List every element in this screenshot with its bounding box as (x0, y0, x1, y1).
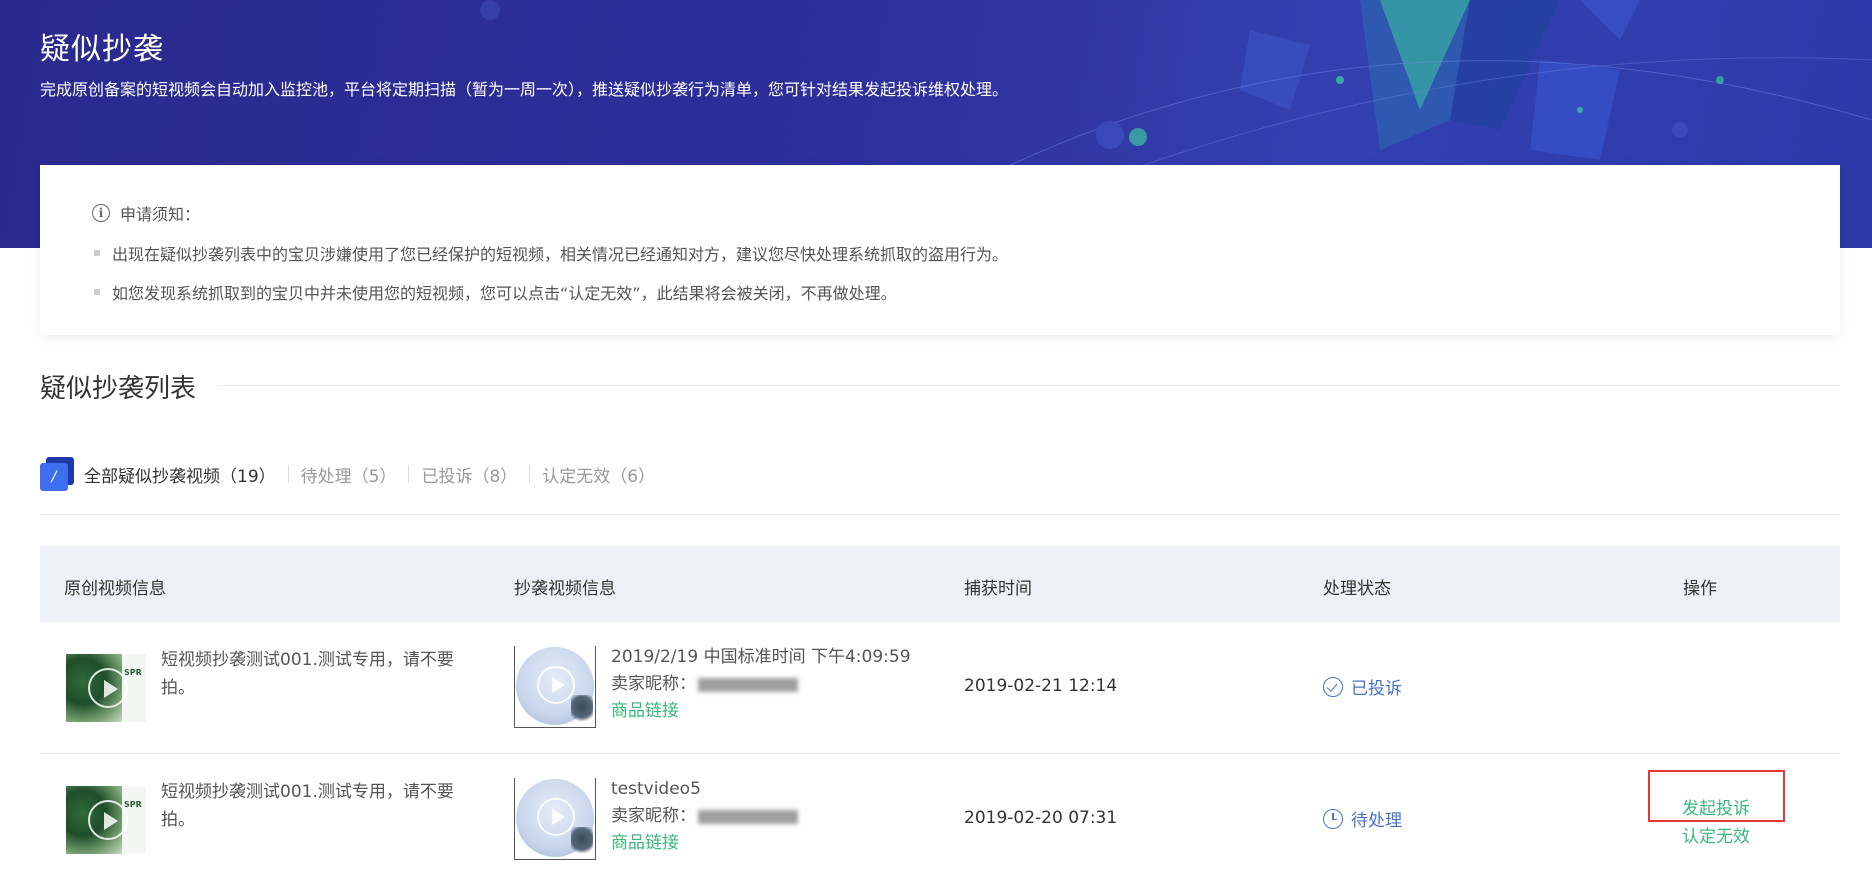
tabs-divider (40, 514, 1840, 515)
table-header: 原创视频信息 抄袭视频信息 捕获时间 处理状态 操作 (40, 546, 1840, 622)
tab-separator (408, 465, 410, 483)
tab-separator (287, 465, 289, 483)
notice-heading-text: 申请须知： (120, 205, 201, 224)
section-divider (218, 385, 1840, 386)
filter-tabs: / 全部疑似抄袭视频（19） 待处理（5） 已投诉（8） 认定无效（6） (40, 456, 655, 492)
notice-item-text: 出现在疑似抄袭列表中的宝贝涉嫌使用了您已经保护的短视频，相关情况已经通知对方，建… (112, 245, 1009, 264)
copy-video-info: 2019/2/19 中国标准时间 下午4:09:59 卖家昵称： 商品链接 (611, 644, 911, 725)
seller-name-redacted (698, 677, 798, 692)
product-link[interactable]: 商品链接 (611, 830, 798, 857)
column-header-actions: 操作 (1683, 579, 1717, 599)
notice-heading: i 申请须知： (92, 201, 200, 225)
tab-complained[interactable]: 已投诉（8） (421, 462, 517, 487)
bullet-icon (94, 250, 100, 256)
file-complaint-button[interactable]: 发起投诉 (1682, 795, 1750, 823)
column-header-original: 原创视频信息 (64, 579, 166, 599)
seller-nickname: 卖家昵称： (611, 671, 911, 698)
product-link[interactable]: 商品链接 (611, 698, 911, 725)
mark-invalid-button[interactable]: 认定无效 (1682, 823, 1750, 851)
copy-video-info: testvideo5 卖家昵称： 商品链接 (611, 776, 798, 857)
tab-all[interactable]: 全部疑似抄袭视频（19） (84, 462, 276, 487)
table-row: 短视频抄袭测试001.测试专用，请不要拍。 2019/2/19 中国标准时间 下… (40, 622, 1840, 754)
play-icon (88, 668, 128, 708)
table-row: 短视频抄袭测试001.测试专用，请不要拍。 testvideo5 卖家昵称： 商… (40, 754, 1840, 880)
play-icon (537, 798, 575, 836)
copy-video-title: 2019/2/19 中国标准时间 下午4:09:59 (611, 647, 911, 667)
status-text: 已投诉 (1351, 679, 1402, 699)
check-circle-icon (1323, 676, 1343, 697)
status-badge: 已投诉 (1323, 674, 1402, 699)
section-title: 疑似抄袭列表 (40, 374, 197, 404)
original-video-thumbnail[interactable] (66, 786, 146, 854)
column-header-status: 处理状态 (1323, 579, 1391, 599)
tab-pending[interactable]: 待处理（5） (301, 462, 397, 487)
list-icon: / (40, 457, 74, 491)
status-badge: 待处理 (1323, 806, 1402, 831)
column-header-copy: 抄袭视频信息 (514, 579, 616, 599)
capture-time: 2019-02-20 07:31 (964, 808, 1118, 828)
seller-nickname: 卖家昵称： (611, 803, 798, 830)
play-icon (537, 666, 575, 704)
original-video-title: 短视频抄袭测试001.测试专用，请不要拍。 (161, 782, 454, 830)
clock-icon (1323, 808, 1343, 829)
tab-separator (529, 465, 531, 483)
tab-invalid[interactable]: 认定无效（6） (542, 462, 655, 487)
play-icon (88, 800, 128, 840)
original-video-thumbnail[interactable] (66, 654, 146, 722)
notice-card: i 申请须知： 出现在疑似抄袭列表中的宝贝涉嫌使用了您已经保护的短视频，相关情况… (40, 165, 1840, 335)
page-title: 疑似抄袭 (40, 32, 164, 67)
seller-label: 卖家昵称： (611, 806, 696, 826)
copy-video-thumbnail[interactable] (514, 778, 596, 860)
notice-item: 出现在疑似抄袭列表中的宝贝涉嫌使用了您已经保护的短视频，相关情况已经通知对方，建… (94, 241, 1008, 265)
notice-item: 如您发现系统抓取到的宝贝中并未使用您的短视频，您可以点击“认定无效”，此结果将会… (94, 280, 897, 304)
column-header-capture-time: 捕获时间 (964, 579, 1032, 599)
capture-time: 2019-02-21 12:14 (964, 676, 1118, 696)
notice-item-text: 如您发现系统抓取到的宝贝中并未使用您的短视频，您可以点击“认定无效”，此结果将会… (112, 284, 897, 303)
copy-video-title: testvideo5 (611, 779, 701, 799)
status-text: 待处理 (1351, 811, 1402, 831)
page-description: 完成原创备案的短视频会自动加入监控池，平台将定期扫描（暂为一周一次），推送疑似抄… (40, 80, 1009, 99)
copy-video-thumbnail[interactable] (514, 646, 596, 728)
seller-name-redacted (698, 809, 798, 824)
seller-label: 卖家昵称： (611, 674, 696, 694)
original-video-title: 短视频抄袭测试001.测试专用，请不要拍。 (161, 650, 454, 698)
info-icon: i (92, 204, 110, 222)
bullet-icon (94, 289, 100, 295)
row-actions: 发起投诉 认定无效 (1682, 795, 1750, 851)
